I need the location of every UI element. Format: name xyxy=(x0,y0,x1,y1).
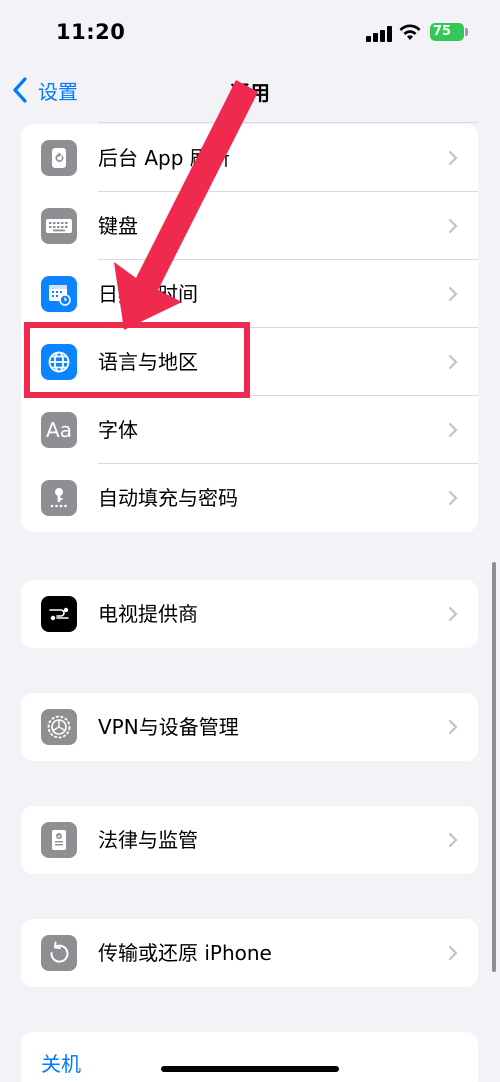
row-transfer-reset[interactable]: 传输或还原 iPhone xyxy=(21,919,478,987)
chevron-right-icon xyxy=(448,354,458,370)
status-time: 11:20 xyxy=(56,20,126,44)
row-background-app-refresh[interactable]: 后台 App 刷新 xyxy=(21,124,478,192)
row-label: 自动填充与密码 xyxy=(98,486,238,510)
legal-group: 法律与监管 xyxy=(21,806,478,874)
scrollbar[interactable] xyxy=(492,562,496,972)
row-legal-regulatory[interactable]: 法律与监管 xyxy=(21,806,478,874)
chevron-right-icon xyxy=(448,150,458,166)
key-icon xyxy=(41,480,77,516)
chevron-right-icon xyxy=(448,945,458,961)
reset-group: 传输或还原 iPhone xyxy=(21,919,478,987)
navigation-bar: 设置 通用 xyxy=(0,64,500,116)
row-label: VPN与设备管理 xyxy=(98,715,239,739)
cellular-signal-icon xyxy=(366,26,392,42)
row-label: 传输或还原 iPhone xyxy=(98,941,272,965)
row-label: 电视提供商 xyxy=(98,602,198,626)
row-fonts[interactable]: Aa 字体 xyxy=(21,396,478,464)
status-bar: 11:20 75 xyxy=(0,0,500,64)
row-label: 日期与时间 xyxy=(98,282,198,306)
row-label: 法律与监管 xyxy=(98,828,198,852)
vpn-group: VPN与设备管理 xyxy=(21,693,478,761)
shutdown-group: 关机 xyxy=(21,1032,478,1082)
wifi-icon xyxy=(399,24,421,40)
row-keyboard[interactable]: 键盘 xyxy=(21,192,478,260)
chevron-right-icon xyxy=(448,490,458,506)
battery-indicator: 75 xyxy=(430,23,464,41)
row-vpn-device-management[interactable]: VPN与设备管理 xyxy=(21,693,478,761)
chevron-right-icon xyxy=(448,218,458,234)
row-autofill-passwords[interactable]: 自动填充与密码 xyxy=(21,464,478,532)
chevron-right-icon xyxy=(448,286,458,302)
tv-provider-group: 电视提供商 xyxy=(21,580,478,648)
home-indicator xyxy=(161,1066,339,1072)
row-label: 键盘 xyxy=(98,214,138,238)
row-date-time[interactable]: 日期与时间 xyxy=(21,260,478,328)
font-icon: Aa xyxy=(41,412,77,448)
shutdown-button[interactable]: 关机 xyxy=(41,1048,81,1077)
background-refresh-icon xyxy=(41,140,77,176)
chevron-right-icon xyxy=(448,606,458,622)
calendar-clock-icon xyxy=(41,276,77,312)
separator xyxy=(98,122,478,123)
chevron-right-icon xyxy=(448,832,458,848)
row-tv-provider[interactable]: 电视提供商 xyxy=(21,580,478,648)
tv-provider-icon xyxy=(41,596,77,632)
chevron-right-icon xyxy=(448,422,458,438)
reset-icon xyxy=(41,935,77,971)
battery-cap xyxy=(465,28,468,36)
document-badge-icon xyxy=(41,822,77,858)
row-label: 后台 App 刷新 xyxy=(98,146,230,170)
keyboard-icon xyxy=(41,208,77,244)
page-title: 通用 xyxy=(230,81,270,105)
gear-icon xyxy=(41,709,77,745)
row-label: 字体 xyxy=(98,418,138,442)
chevron-right-icon xyxy=(448,719,458,735)
highlight-box xyxy=(24,322,250,398)
